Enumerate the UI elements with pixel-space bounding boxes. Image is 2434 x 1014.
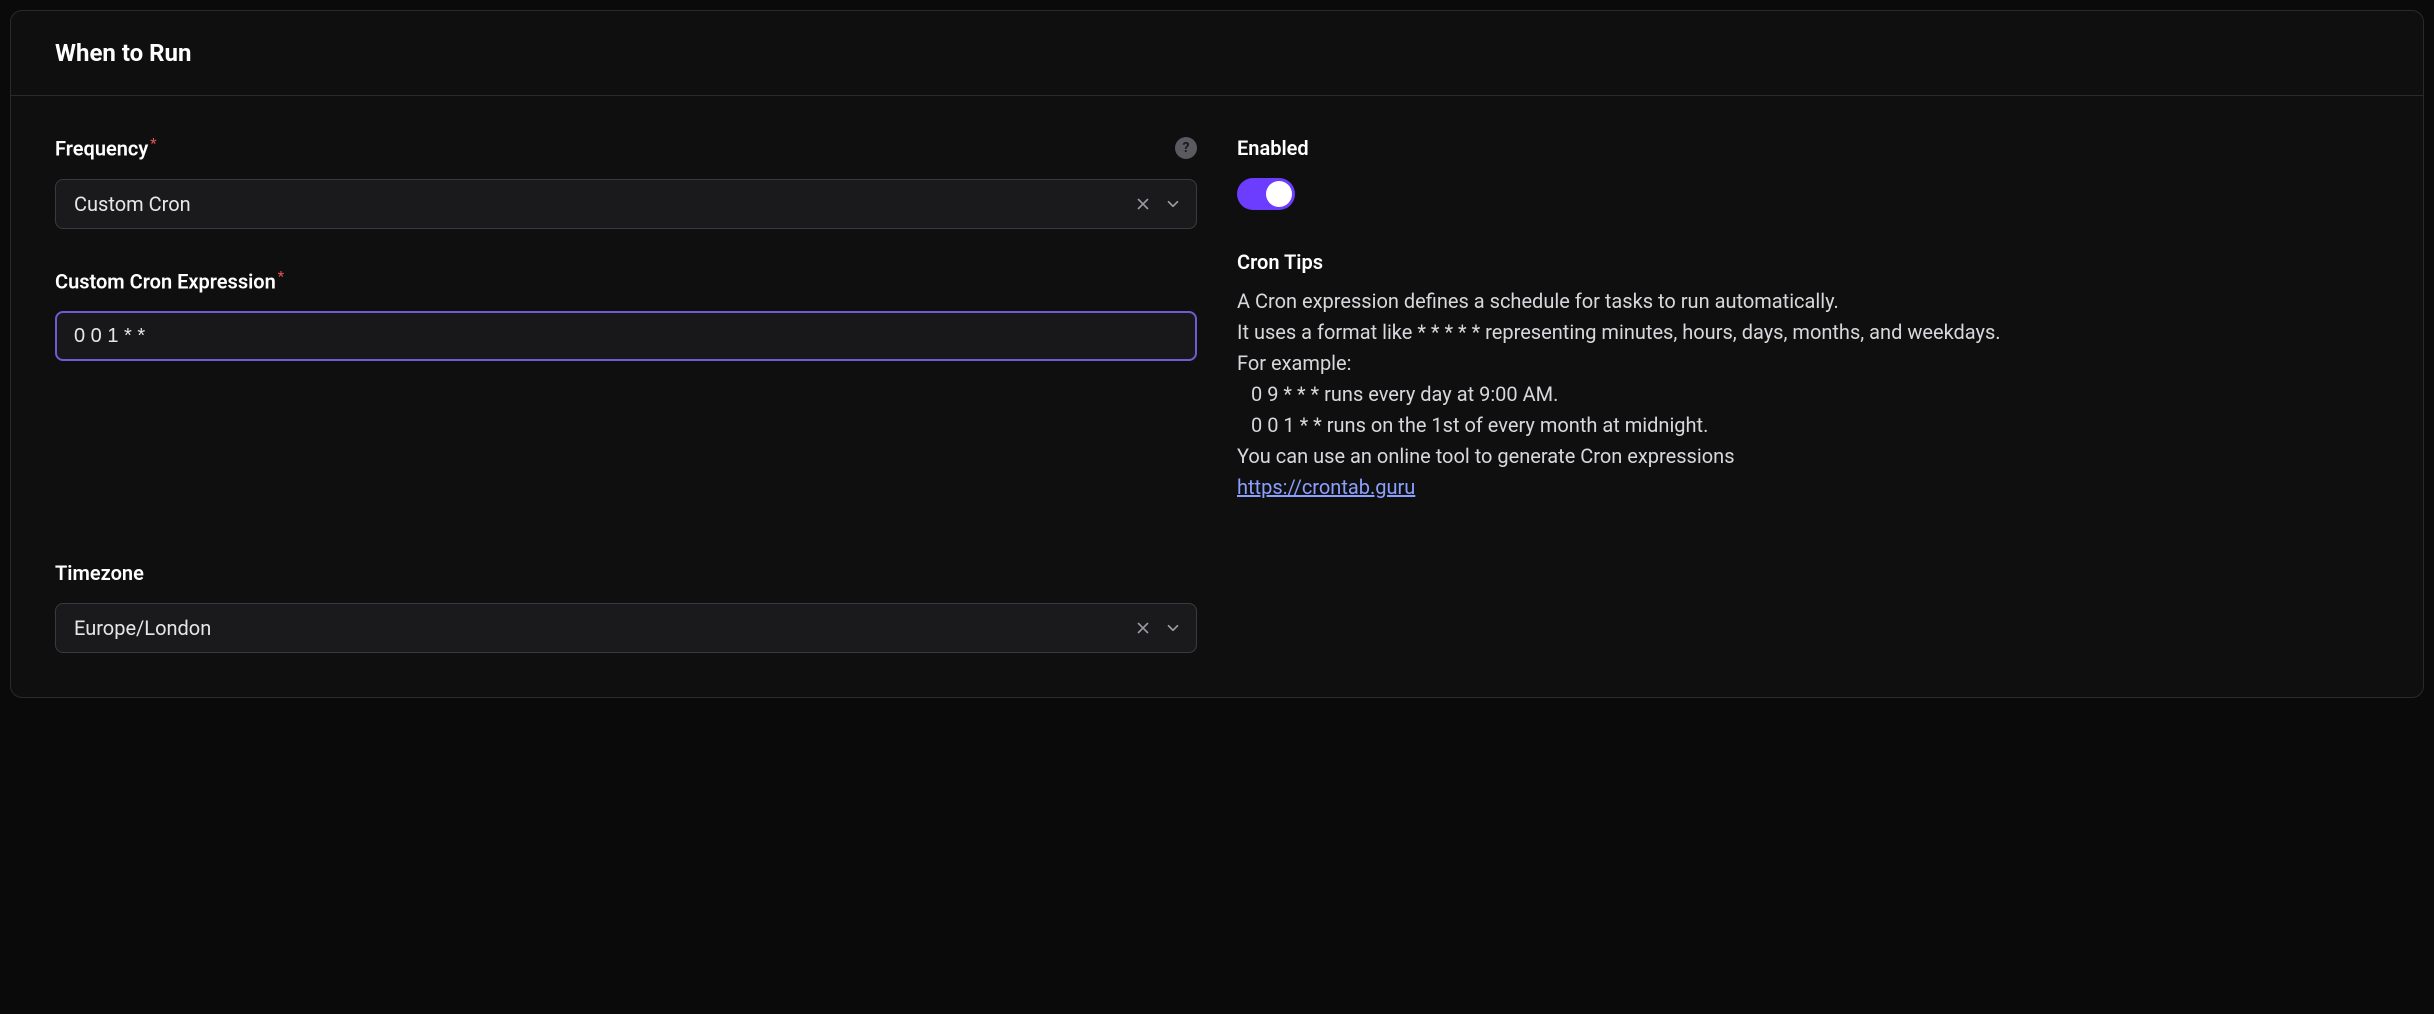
frequency-select[interactable]: Custom Cron	[55, 179, 1197, 229]
chevron-down-icon[interactable]	[1164, 619, 1182, 637]
cron-tips-section: Cron Tips A Cron expression defines a sc…	[1237, 250, 2379, 503]
timezone-label: Timezone	[55, 561, 144, 585]
frequency-label: Frequency*	[55, 136, 157, 161]
when-to-run-card: When to Run Frequency* ? Custom Cron	[10, 10, 2424, 698]
timezone-section: Timezone Europe/London	[55, 561, 1197, 653]
clear-icon[interactable]	[1134, 195, 1152, 213]
enabled-label: Enabled	[1237, 136, 1309, 160]
cron-expression-input[interactable]	[74, 325, 1182, 348]
cron-expression-section: Custom Cron Expression*	[55, 269, 1197, 362]
frequency-select-value: Custom Cron	[74, 192, 1134, 216]
toggle-knob	[1266, 181, 1292, 207]
cron-expression-input-wrapper	[55, 311, 1197, 361]
enabled-section: Enabled	[1237, 136, 2379, 210]
help-icon-glyph: ?	[1183, 140, 1190, 156]
required-indicator: *	[150, 136, 156, 152]
timezone-select-value: Europe/London	[74, 616, 1134, 640]
frequency-section: Frequency* ? Custom Cron	[55, 136, 1197, 229]
spacer	[55, 229, 1197, 269]
frequency-label-text: Frequency	[55, 137, 148, 161]
enabled-toggle[interactable]	[1237, 178, 1295, 210]
left-column: Frequency* ? Custom Cron	[55, 136, 1197, 653]
cron-tips-line: It uses a format like * * * * * represen…	[1237, 317, 2379, 348]
cron-expression-label: Custom Cron Expression*	[55, 269, 284, 294]
help-icon[interactable]: ?	[1175, 137, 1197, 159]
frequency-controls	[1134, 195, 1182, 213]
cron-tips-link[interactable]: https://crontab.guru	[1237, 475, 1415, 499]
cron-tips-example: 0 9 * * * runs every day at 9:00 AM.	[1237, 379, 2379, 410]
cron-tips-body: A Cron expression defines a schedule for…	[1237, 286, 2379, 503]
card-header: When to Run	[11, 11, 2423, 96]
cron-tips-example: 0 0 1 * * runs on the 1st of every month…	[1237, 410, 2379, 441]
right-column: Enabled Cron Tips A Cron expression defi…	[1237, 136, 2379, 653]
card-title: When to Run	[55, 39, 2379, 67]
frequency-label-row: Frequency* ?	[55, 136, 1197, 179]
timezone-select[interactable]: Europe/London	[55, 603, 1197, 653]
chevron-down-icon[interactable]	[1164, 195, 1182, 213]
spacer	[55, 361, 1197, 561]
cron-expression-label-text: Custom Cron Expression	[55, 269, 276, 293]
cron-tips-line: For example:	[1237, 348, 2379, 379]
clear-icon[interactable]	[1134, 619, 1152, 637]
cron-tips-line: You can use an online tool to generate C…	[1237, 441, 2379, 472]
timezone-controls	[1134, 619, 1182, 637]
cron-tips-heading: Cron Tips	[1237, 250, 1323, 274]
required-indicator: *	[278, 269, 284, 285]
card-body: Frequency* ? Custom Cron	[11, 96, 2423, 697]
cron-tips-line: A Cron expression defines a schedule for…	[1237, 286, 2379, 317]
